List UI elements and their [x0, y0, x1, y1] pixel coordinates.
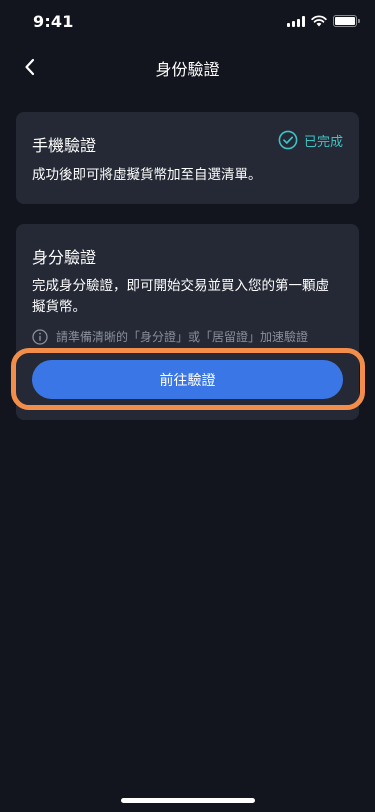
identity-verification-title: 身分驗證 [32, 248, 97, 267]
status-time: 9:41 [33, 12, 74, 31]
identity-verification-description: 完成身分驗證，即可開始交易並買入您的第一顆虛擬貨幣。 [32, 278, 329, 315]
info-icon [32, 328, 48, 345]
page-title: 身份驗證 [155, 60, 220, 79]
phone-verification-card: 手機驗證 已完成 成功後即可將虛擬貨幣加至自選清單。 [16, 112, 359, 204]
document-hint-text: 請準備清晰的「身分證」或「居留證」加速驗證 [56, 330, 309, 344]
check-circle-icon [278, 130, 298, 150]
wifi-icon [311, 15, 327, 27]
home-indicator [121, 798, 255, 803]
go-verify-button[interactable]: 前往驗證 [32, 360, 343, 399]
battery-icon [333, 15, 360, 27]
status-icons [287, 15, 360, 27]
completed-status-label: 已完成 [303, 134, 343, 150]
phone-verification-title: 手機驗證 [32, 136, 97, 155]
phone-verification-description: 成功後即可將虛擬貨幣加至自選清單。 [32, 167, 262, 183]
identity-verification-screen: 9:41 身份驗證 手機驗證 已完成 成功後即可將虛擬貨幣加至自選清單。 身分驗… [0, 0, 375, 812]
document-hint: 請準備清晰的「身分證」或「居留證」加速驗證 [32, 328, 347, 345]
status-bar: 9:41 [0, 0, 375, 44]
completed-status: 已完成 [278, 130, 343, 150]
cellular-signal-icon [287, 15, 305, 27]
navigation-bar: 身份驗證 [0, 44, 375, 90]
